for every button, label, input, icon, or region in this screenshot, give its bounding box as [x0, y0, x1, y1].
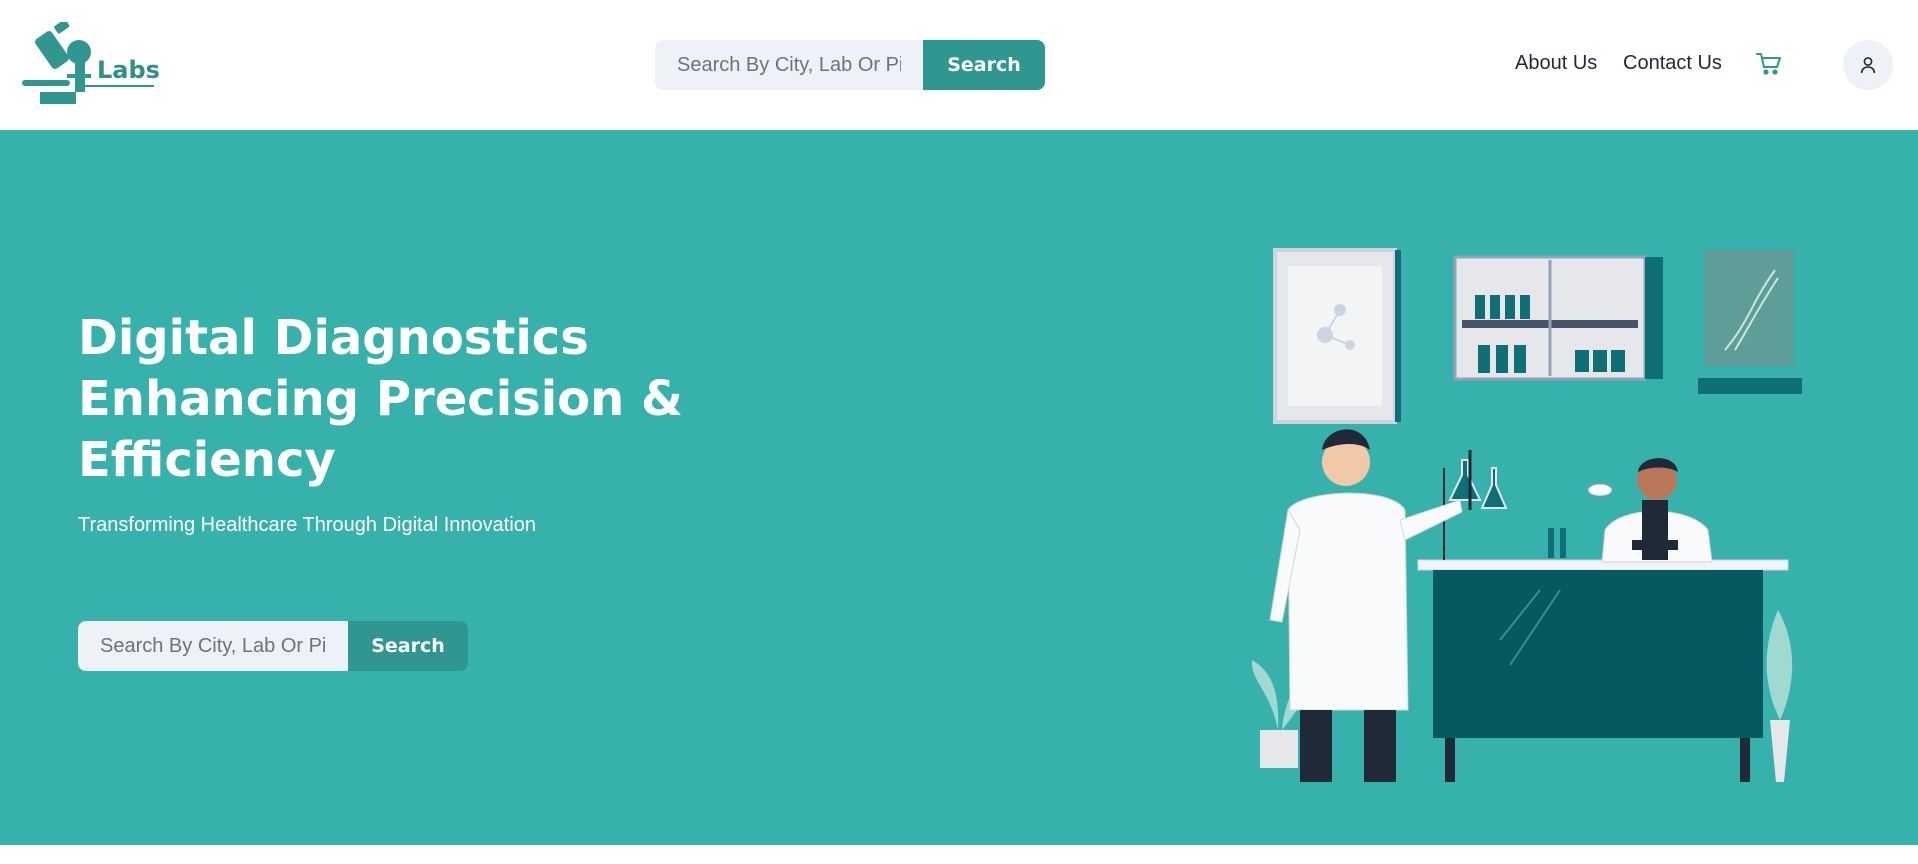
hero-headline-line-1: Digital Diagnostics [78, 310, 589, 366]
logo-text: Labs [97, 56, 160, 84]
hero-section: Digital Diagnostics Enhancing Precision … [0, 130, 1918, 845]
cart-icon[interactable] [1756, 52, 1782, 76]
top-header: Labs Search About Us Contact Us [0, 0, 1918, 130]
hero-search-bar: Search [78, 621, 468, 671]
hero-headline-line-2: Enhancing Precision & [78, 371, 683, 427]
header-search-bar: Search [655, 40, 1045, 90]
header-search-button[interactable]: Search [923, 40, 1045, 90]
user-account-button[interactable] [1843, 40, 1893, 90]
nav-contact-us[interactable]: Contact Us [1623, 52, 1722, 75]
hero-subline: Transforming Healthcare Through Digital … [78, 514, 537, 536]
logo[interactable]: Labs [22, 19, 162, 106]
user-icon [1860, 57, 1876, 74]
nav-about-us[interactable]: About Us [1515, 52, 1597, 75]
hero-headline: Digital Diagnostics Enhancing Precision … [78, 308, 698, 491]
hero-headline-line-3: Efficiency [78, 432, 336, 488]
lab-scientists-illustration [1251, 248, 1802, 782]
hero-search-input[interactable] [78, 621, 348, 671]
header-search-input[interactable] [655, 40, 923, 90]
hero-search-button[interactable]: Search [348, 621, 468, 671]
